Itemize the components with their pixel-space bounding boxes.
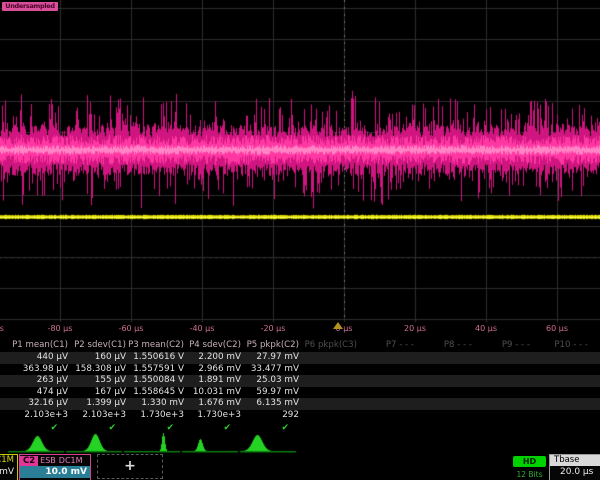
measurement-value: 2.103e+3 (82, 410, 126, 420)
c2-channel-chip: C2 (20, 456, 38, 466)
table-row-stripe (0, 375, 600, 387)
descriptor-bar: DC1M 10.0 mV C2ESBDC1M 10.0 mV + HD 12 B… (0, 453, 600, 480)
measurement-value: 59.97 mV (256, 387, 299, 397)
param-header-p7[interactable]: P7 - - - (386, 340, 414, 350)
param-header-p6[interactable]: P6 pkpk(C3) (305, 340, 357, 350)
hd-mode-indicator[interactable]: HD 12 Bits (513, 456, 546, 479)
timebase-label: Tbase (550, 455, 600, 466)
measurement-value: 155 µV (95, 375, 126, 385)
status-check-icon: ✔ (223, 423, 231, 433)
time-tick-label: -80 µs (48, 324, 73, 333)
measurement-value: 263 µV (37, 375, 68, 385)
param-header-p8[interactable]: P8 - - - (444, 340, 472, 350)
oscilloscope-screen: Undersampled -100 µs -80 µs -60 µs -40 µs -2… (0, 0, 600, 480)
measurement-value: 363.98 µV (23, 364, 68, 374)
measurement-value: 474 µV (37, 387, 68, 397)
trigger-position-icon[interactable] (333, 322, 343, 329)
measurement-value: 27.97 mV (256, 352, 299, 362)
measurement-value: 33.477 mV (251, 364, 299, 374)
measurement-value: 32.16 µV (28, 398, 68, 408)
measurement-value: 158.308 µV (75, 364, 126, 374)
measurement-value: 25.03 mV (256, 375, 299, 385)
measurement-value: 1.676 mV (198, 398, 241, 408)
measurement-value: 1.330 mV (141, 398, 184, 408)
c1-scale-value: 10.0 mV (0, 466, 17, 478)
param-header-p2[interactable]: P2 sdev(C1) (74, 340, 126, 350)
time-tick-label: 60 µs (546, 324, 568, 333)
measurement-value: 440 µV (37, 352, 68, 362)
channel-c1-descriptor[interactable]: DC1M 10.0 mV (0, 454, 18, 480)
add-trace-button[interactable]: + (97, 454, 163, 479)
measurement-value: 1.550616 V (133, 352, 184, 362)
hd-bits-label: 12 Bits (513, 470, 546, 479)
status-check-icon: ✔ (166, 423, 174, 433)
time-tick-label: -60 µs (119, 324, 144, 333)
measurement-value: 6.135 mV (256, 398, 299, 408)
measurement-value: 1.891 mV (198, 375, 241, 385)
undersampled-warning-badge: Undersampled (2, 2, 58, 11)
c2-coupling-label: DC1M (59, 456, 83, 465)
status-check-icon: ✔ (281, 423, 289, 433)
measurement-value: 2.966 mV (198, 364, 241, 374)
channel-c2-descriptor[interactable]: C2ESBDC1M 10.0 mV (19, 454, 91, 480)
measurement-value: 292 (282, 410, 299, 420)
measurement-value: 1.730e+3 (140, 410, 184, 420)
timebase-descriptor[interactable]: Tbase 20.0 µs (549, 454, 600, 480)
measurement-value: 167 µV (95, 387, 126, 397)
measurement-value: 160 µV (95, 352, 126, 362)
table-row-stripe (0, 352, 600, 364)
c1-coupling-label: DC1M (0, 455, 17, 466)
param-header-p10[interactable]: P10 - - - (554, 340, 588, 350)
c2-scale-value: 10.0 mV (20, 466, 90, 478)
measurement-histicons (0, 433, 600, 454)
hd-badge: HD (513, 456, 546, 467)
time-tick-label: -20 µs (261, 324, 286, 333)
timebase-value: 20.0 µs (550, 466, 600, 478)
measurement-value: 10.031 mV (193, 387, 241, 397)
param-header-p1[interactable]: P1 mean(C1) (12, 340, 68, 350)
param-header-p3[interactable]: P3 mean(C2) (128, 340, 184, 350)
c2-mode-label: ESB (40, 456, 56, 465)
param-header-p4[interactable]: P4 sdev(C2) (189, 340, 241, 350)
measurement-value: 2.200 mV (198, 352, 241, 362)
time-tick-label: -100 µs (0, 324, 4, 333)
status-check-icon: ✔ (50, 423, 58, 433)
status-check-icon: ✔ (108, 423, 116, 433)
time-tick-label: -40 µs (190, 324, 215, 333)
waveform-display[interactable] (0, 0, 600, 322)
measurement-value: 2.103e+3 (24, 410, 68, 420)
param-header-p5[interactable]: P5 pkpk(C2) (247, 340, 299, 350)
measurement-value: 1.557591 V (133, 364, 184, 374)
time-tick-label: 40 µs (475, 324, 497, 333)
measurement-value: 1.550084 V (133, 375, 184, 385)
param-header-p9[interactable]: P9 - - - (502, 340, 530, 350)
time-tick-label: 20 µs (404, 324, 426, 333)
measurement-value: 1.558645 V (133, 387, 184, 397)
measurement-value: 1.730e+3 (197, 410, 241, 420)
measurement-value: 1.399 µV (86, 398, 126, 408)
